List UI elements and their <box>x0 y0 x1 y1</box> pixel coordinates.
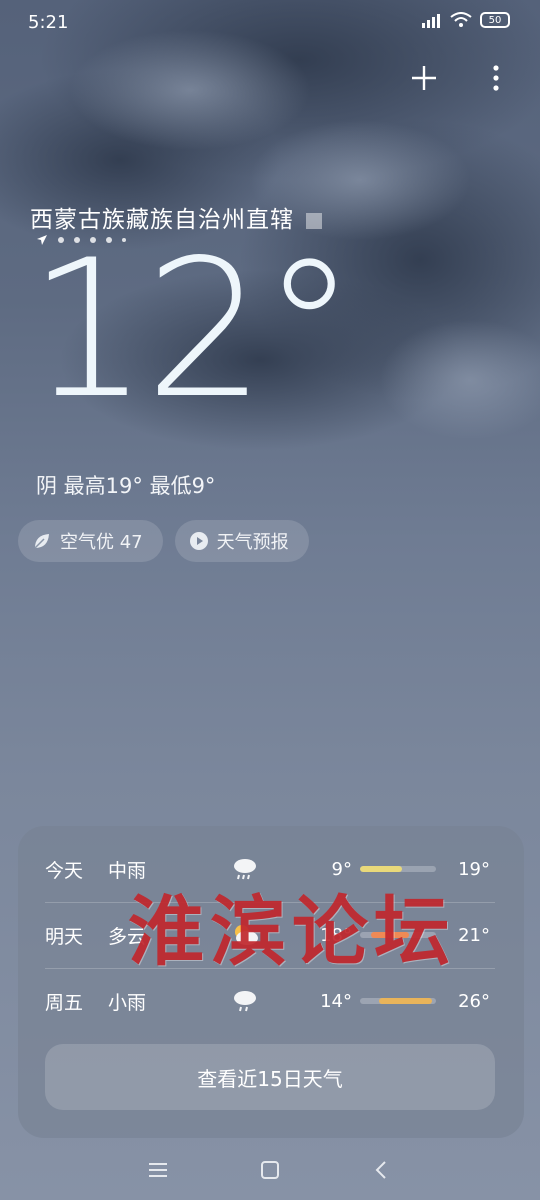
more-vertical-icon <box>493 65 499 91</box>
weather-forecast-chip[interactable]: 天气预报 <box>174 520 309 562</box>
current-temperature: 12° <box>28 219 357 440</box>
leaf-icon <box>34 534 49 549</box>
forecast-condition: 小雨 <box>108 991 147 1014</box>
status-time: 5:21 <box>28 12 69 33</box>
forecast-day: 今天 <box>45 859 84 882</box>
light-rain-icon <box>234 991 256 1012</box>
menu-icon[interactable] <box>147 1159 169 1181</box>
more-menu-button[interactable] <box>480 62 512 94</box>
add-city-button[interactable] <box>408 62 440 94</box>
weather-summary: 阴 最高19° 最低9° <box>36 474 216 498</box>
status-icons: 50 <box>420 12 510 28</box>
play-icon <box>189 532 208 550</box>
temperature-range-fill <box>379 998 433 1004</box>
forecast-day: 明天 <box>45 925 84 948</box>
status-bar: 5:21 50 <box>0 0 540 48</box>
plus-icon <box>412 66 436 90</box>
view-15-day-button[interactable]: 查看近15日天气 <box>45 1044 495 1110</box>
forecast-low: 14° <box>320 990 352 1012</box>
forecast-high: 21° <box>458 924 490 946</box>
wifi-icon <box>450 12 472 27</box>
signal-icon <box>422 14 440 28</box>
temperature-range-bar <box>360 998 436 1004</box>
battery-level: 50 <box>488 14 502 26</box>
top-actions <box>408 62 512 94</box>
weather-forecast-label: 天气预报 <box>216 532 289 553</box>
forecast-high: 19° <box>458 858 490 880</box>
air-quality-label: 空气优 47 <box>60 532 143 553</box>
back-icon[interactable] <box>371 1159 393 1181</box>
forum-watermark: 淮滨论坛 <box>128 887 456 976</box>
forecast-day: 周五 <box>45 991 84 1014</box>
air-quality-chip[interactable]: 空气优 47 <box>18 520 163 562</box>
navigation-bar <box>0 1140 540 1200</box>
battery-icon: 50 <box>480 12 510 28</box>
forecast-high: 26° <box>458 990 490 1012</box>
info-chips: 空气优 47 天气预报 <box>18 520 309 562</box>
home-icon[interactable] <box>259 1159 281 1181</box>
